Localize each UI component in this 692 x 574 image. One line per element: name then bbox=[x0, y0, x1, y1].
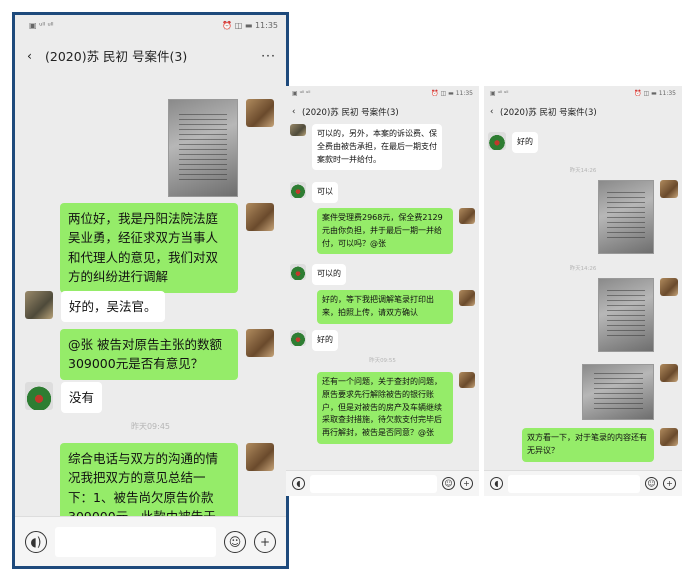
message-bubble[interactable]: 可以的 bbox=[312, 264, 346, 285]
status-time: ⏰ ◫ ▬ 11:35 bbox=[431, 89, 473, 97]
avatar[interactable] bbox=[246, 329, 274, 357]
message-bubble[interactable]: @张 被告对原告主张的数额309000元是否有意见？ bbox=[60, 329, 238, 380]
avatar[interactable] bbox=[660, 180, 678, 198]
avatar[interactable] bbox=[459, 290, 475, 306]
avatar[interactable] bbox=[246, 203, 274, 231]
timestamp: 昨天14:26 bbox=[569, 168, 597, 174]
message-bubble[interactable]: 好的 bbox=[312, 330, 338, 351]
avatar[interactable] bbox=[660, 428, 678, 446]
avatar[interactable] bbox=[290, 264, 306, 280]
timestamp: 昨天14:26 bbox=[569, 266, 597, 272]
message-list[interactable]: 两位好，我是丹阳法院法庭吴业勇，经征求双方当事人和代理人的意见，我们对双方的纠纷… bbox=[15, 77, 286, 516]
chat-window-main: ▣ ᵘˡˡ ᵘˡˡ ⏰ ◫ ▬ 11:35 ‹ (2020)苏 民初 号案件(3… bbox=[12, 12, 289, 569]
chat-header: ‹ (2020)苏 民初 号案件(3) bbox=[484, 100, 682, 124]
signal-icon: ▣ ᵘˡˡ ᵘˡˡ bbox=[292, 89, 311, 97]
input-bar: ◖ ☺ + bbox=[286, 470, 479, 496]
message-list[interactable]: 好的 昨天14:26 昨天14:26 双方看一下，对于笔录的内容还有无异议？ bbox=[484, 124, 682, 470]
input-bar: ◖ ☺ + bbox=[484, 470, 682, 496]
message-bubble[interactable]: 综合电话与双方的沟通的情况我把双方的意见总结一下：1、被告尚欠原告价款30900… bbox=[60, 443, 238, 516]
avatar[interactable] bbox=[459, 208, 475, 224]
add-icon[interactable]: + bbox=[663, 477, 676, 490]
message-input[interactable] bbox=[508, 474, 640, 493]
message-bubble[interactable]: 案件受理费2968元，保全费2129元由你负担，并于最后一期一并给付，可以吗？@… bbox=[317, 208, 453, 255]
signal-icon: ▣ ᵘˡˡ ᵘˡˡ bbox=[490, 89, 509, 97]
avatar[interactable] bbox=[290, 124, 306, 136]
message-bubble[interactable]: 没有 bbox=[61, 382, 103, 414]
chat-title: (2020)苏 民初 号案件(3) bbox=[500, 108, 597, 118]
document-photo[interactable] bbox=[168, 99, 238, 197]
avatar[interactable] bbox=[660, 364, 678, 382]
avatar[interactable] bbox=[660, 278, 678, 296]
message-bubble[interactable]: 好的，等下我把调解笔录打印出来，拍照上传，请双方确认 bbox=[317, 290, 453, 324]
voice-icon[interactable]: ◖ bbox=[490, 477, 503, 490]
add-icon[interactable]: + bbox=[254, 530, 276, 553]
chat-title: (2020)苏 民初 号案件(3) bbox=[45, 48, 188, 64]
chevron-left-icon[interactable]: ‹ bbox=[27, 48, 45, 63]
status-bar: ▣ ᵘˡˡ ᵘˡˡ ⏰ ◫ ▬ 11:35 bbox=[15, 15, 286, 35]
status-time: ⏰ ◫ ▬ 11:35 bbox=[222, 20, 278, 30]
message-input[interactable] bbox=[55, 526, 216, 557]
emoji-icon[interactable]: ☺ bbox=[442, 477, 455, 490]
message-input[interactable] bbox=[310, 474, 437, 493]
status-bar: ▣ ᵘˡˡ ᵘˡˡ ⏰ ◫ ▬ 11:35 bbox=[286, 86, 479, 100]
avatar[interactable] bbox=[290, 182, 306, 198]
message-bubble[interactable]: 可以的，另外，本案的诉讼费、保全费由被告承担，在最后一期支付案款时一并给付。 bbox=[312, 124, 442, 171]
emoji-icon[interactable]: ☺ bbox=[224, 530, 246, 553]
add-icon[interactable]: + bbox=[460, 477, 473, 490]
document-photo[interactable] bbox=[582, 364, 654, 420]
message-bubble[interactable]: 双方看一下，对于笔录的内容还有无异议？ bbox=[522, 428, 654, 462]
chat-header: ‹ (2020)苏 民初 号案件(3) bbox=[286, 100, 479, 124]
avatar[interactable] bbox=[25, 382, 53, 410]
message-bubble[interactable]: 两位好，我是丹阳法院法庭吴业勇，经征求双方当事人和代理人的意见，我们对双方的纠纷… bbox=[60, 203, 238, 293]
avatar[interactable] bbox=[488, 132, 506, 150]
voice-icon[interactable]: ◖) bbox=[25, 530, 47, 553]
message-list[interactable]: 可以的，另外，本案的诉讼费、保全费由被告承担，在最后一期支付案款时一并给付。 可… bbox=[286, 124, 479, 470]
emoji-icon[interactable]: ☺ bbox=[645, 477, 658, 490]
message-bubble[interactable]: 好的，吴法官。 bbox=[61, 291, 165, 323]
chat-title: (2020)苏 民初 号案件(3) bbox=[302, 108, 399, 118]
avatar[interactable] bbox=[246, 99, 274, 127]
chat-window-second: ▣ ᵘˡˡ ᵘˡˡ ⏰ ◫ ▬ 11:35 ‹ (2020)苏 民初 号案件(3… bbox=[286, 86, 479, 496]
chevron-left-icon[interactable]: ‹ bbox=[490, 107, 500, 117]
avatar[interactable] bbox=[246, 443, 274, 471]
input-bar: ◖) ☺ + bbox=[15, 516, 286, 566]
avatar[interactable] bbox=[290, 330, 306, 346]
chevron-left-icon[interactable]: ‹ bbox=[292, 107, 302, 117]
message-bubble[interactable]: 还有一个问题，关于查封的问题，原告要求先行解除被告的银行账户，但是对被告的房产及… bbox=[317, 372, 453, 444]
signal-icon: ▣ ᵘˡˡ ᵘˡˡ bbox=[29, 20, 54, 30]
message-bubble[interactable]: 可以 bbox=[312, 182, 338, 203]
timestamp: 昨天09:45 bbox=[130, 422, 171, 431]
avatar[interactable] bbox=[459, 372, 475, 388]
message-bubble[interactable]: 好的 bbox=[512, 132, 538, 153]
voice-icon[interactable]: ◖ bbox=[292, 477, 305, 490]
avatar[interactable] bbox=[25, 291, 53, 319]
document-photo[interactable] bbox=[598, 180, 654, 254]
document-photo[interactable] bbox=[598, 278, 654, 352]
status-time: ⏰ ◫ ▬ 11:35 bbox=[634, 89, 676, 97]
more-dots-icon[interactable]: ··· bbox=[261, 48, 276, 63]
chat-window-third: ▣ ᵘˡˡ ᵘˡˡ ⏰ ◫ ▬ 11:35 ‹ (2020)苏 民初 号案件(3… bbox=[484, 86, 682, 496]
status-bar: ▣ ᵘˡˡ ᵘˡˡ ⏰ ◫ ▬ 11:35 bbox=[484, 86, 682, 100]
timestamp: 昨天09:55 bbox=[369, 358, 396, 364]
chat-header: ‹ (2020)苏 民初 号案件(3) ··· bbox=[15, 35, 286, 75]
